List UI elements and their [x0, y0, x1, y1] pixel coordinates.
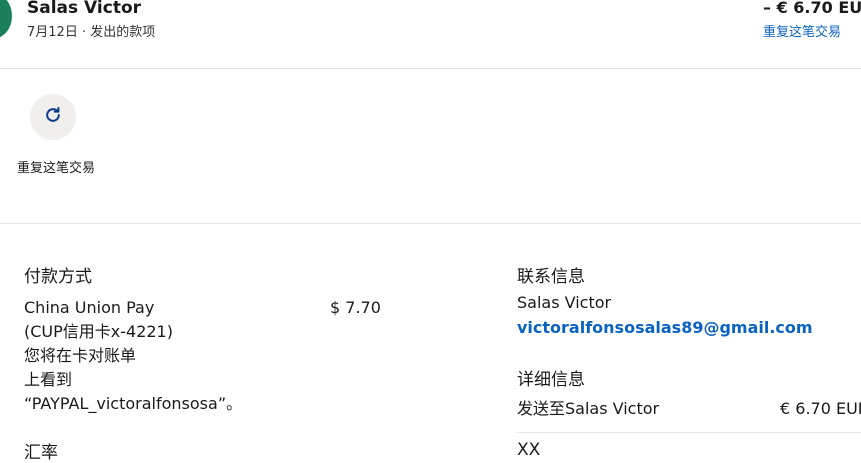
payment-amount: $ 7.70	[330, 298, 381, 317]
avatar	[0, 0, 12, 38]
recipient-name: Salas Victor	[27, 0, 142, 18]
exchange-rate-title: 汇率	[24, 443, 58, 463]
statement-note-line1: 您将在卡对账单	[24, 346, 137, 365]
details-sent-to: 发送至Salas Victor	[517, 399, 660, 418]
contact-name: Salas Victor	[517, 293, 612, 312]
statement-note-line3: “PAYPAL_victoralfonsosa”。	[24, 394, 243, 413]
payment-method-line2: (CUP信用卡x-4221)	[24, 322, 173, 341]
transaction-subtitle: 7月12日 · 发出的款项	[27, 25, 156, 40]
details-title: 详细信息	[517, 370, 585, 390]
transaction-amount: – € 6.70 EUR	[763, 0, 861, 17]
contact-info-title: 联系信息	[517, 267, 585, 287]
repeat-transaction-link[interactable]: 重复这笔交易	[763, 21, 841, 40]
payment-method-line1: China Union Pay	[24, 298, 155, 317]
repeat-transaction-button[interactable]	[30, 94, 76, 140]
contact-email-link[interactable]: victoralfonsosalas89@gmail.com	[517, 318, 813, 337]
actions-bar: 重复这笔交易	[0, 69, 861, 224]
refresh-icon	[43, 105, 63, 129]
repeat-transaction-label[interactable]: 重复这笔交易	[14, 159, 98, 179]
transaction-header: Salas Victor 7月12日 · 发出的款项 – € 6.70 EUR …	[0, 0, 861, 69]
statement-note-line2: 上看到	[24, 370, 73, 389]
details-divider	[517, 432, 861, 433]
details-amount: € 6.70 EUR	[780, 399, 861, 418]
details-next-row: XX	[517, 440, 541, 460]
payment-method-title: 付款方式	[24, 267, 92, 287]
